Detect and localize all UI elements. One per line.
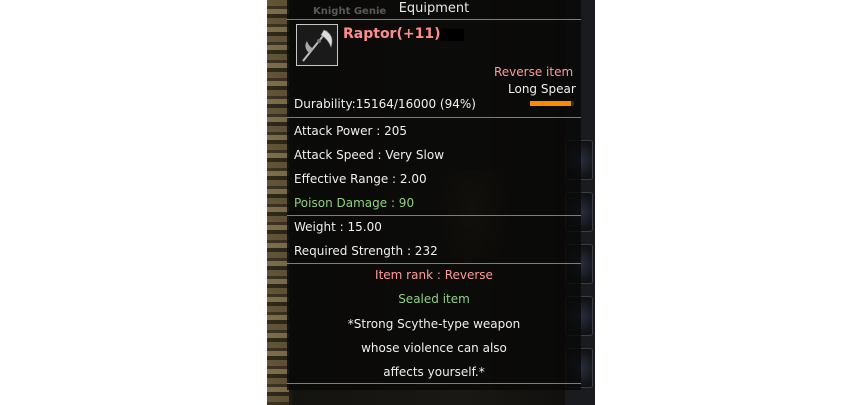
divider — [287, 383, 581, 384]
sealed-item-label: Sealed item — [398, 292, 470, 306]
item-name: Raptor(+11) — [343, 26, 441, 42]
divider — [287, 117, 581, 118]
divider — [287, 19, 581, 20]
stat-attack-power: Attack Power : 205 — [294, 124, 407, 138]
stat-weight: Weight : 15.00 — [294, 220, 382, 234]
item-grade: Reverse item — [494, 65, 574, 79]
stat-effective-range: Effective Range : 2.00 — [294, 172, 427, 186]
item-type: Long Spear — [508, 82, 576, 96]
stat-poison-damage: Poison Damage : 90 — [294, 196, 415, 210]
divider — [287, 215, 581, 216]
durability-bar — [530, 101, 574, 106]
scythe-icon — [296, 24, 338, 66]
durability-text: Durability:15164/16000 (94%) — [294, 97, 476, 111]
durability-bar-fill — [530, 101, 572, 106]
stat-required-strength: Required Strength : 232 — [294, 244, 438, 258]
name-overlay — [440, 29, 464, 41]
stat-attack-speed: Attack Speed : Very Slow — [294, 148, 445, 162]
item-description-line-1: *Strong Scythe-type weapon — [347, 317, 521, 331]
item-rank: Item rank : Reverse — [375, 268, 493, 282]
item-description-line-3: affects yourself.* — [383, 365, 485, 379]
tooltip-title: Equipment — [398, 1, 470, 16]
divider — [287, 263, 581, 264]
background-pillar — [267, 0, 289, 405]
item-description-line-2: whose violence can also — [361, 341, 507, 355]
